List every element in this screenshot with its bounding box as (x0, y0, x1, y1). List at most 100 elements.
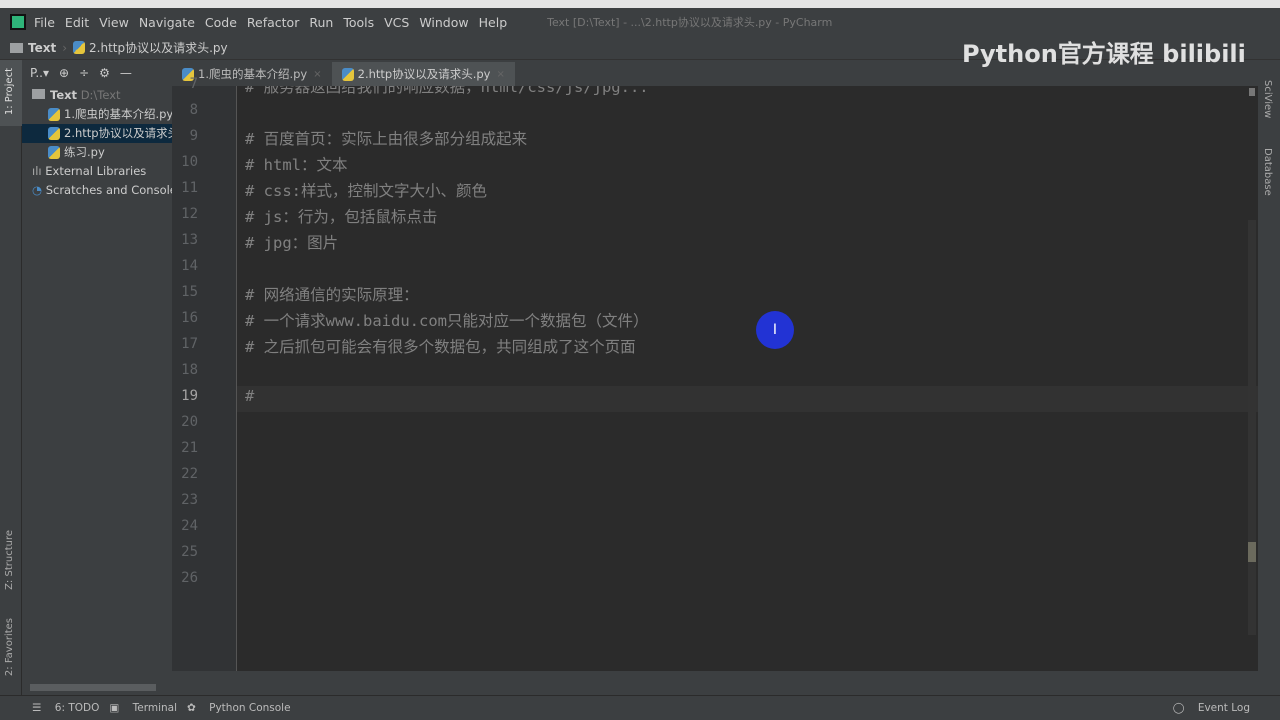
code-line[interactable]: # 之后抓包可能会有很多个数据包，共同组成了这个页面 (245, 335, 636, 357)
menu-file[interactable]: File (34, 15, 55, 30)
code-line[interactable]: # js：行为，包括鼠标点击 (245, 205, 437, 227)
library-icon: ılı (32, 164, 46, 178)
terminal-button[interactable]: ▣ Terminal (109, 702, 177, 714)
line-number: 17 (181, 336, 198, 352)
menu-bar: File Edit View Navigate Code Refactor Ru… (0, 8, 1280, 36)
editor-tabs: 1.爬虫的基本介绍.py × 2.http协议以及请求头.py × (172, 62, 1258, 86)
tree-file[interactable]: 1.爬虫的基本介绍.py (22, 105, 172, 124)
window-title: Text [D:\Text] - ...\2.http协议以及请求头.py - … (547, 16, 833, 29)
tab-label: 1.爬虫的基本介绍.py (198, 67, 308, 81)
locate-icon[interactable]: ⊕ (59, 66, 69, 80)
favorites-tool-button[interactable]: 2: Favorites (4, 618, 15, 676)
pycharm-logo-icon (10, 14, 26, 30)
tree-root-path: D:\Text (80, 88, 121, 102)
scrollbar-thumb[interactable] (1248, 542, 1256, 562)
close-icon[interactable]: × (496, 69, 504, 80)
menu-tools[interactable]: Tools (343, 15, 374, 30)
line-number: 7 (189, 76, 198, 92)
project-toolbar: P..▾ ⊕ ÷ ⚙ — (22, 60, 172, 86)
current-line-highlight (237, 386, 1258, 412)
menu-edit[interactable]: Edit (65, 15, 89, 30)
menu-run[interactable]: Run (309, 15, 333, 30)
tree-scratches[interactable]: ◔ Scratches and Consoles (22, 181, 172, 200)
tree-file-label: 2.http协议以及请求头 (64, 126, 172, 140)
console-label: Python Console (209, 702, 291, 714)
window-top-edge (0, 0, 1280, 8)
line-number: 16 (181, 310, 198, 326)
sciview-tool-button[interactable]: SciView (1262, 80, 1273, 118)
code-line[interactable]: # html：文本 (245, 153, 348, 175)
menu-navigate[interactable]: Navigate (139, 15, 195, 30)
scratches-icon: ◔ (32, 183, 46, 197)
breadcrumb-root[interactable]: Text (28, 41, 56, 55)
menu-window[interactable]: Window (419, 15, 468, 30)
code-line[interactable]: # 网络通信的实际原理： (245, 283, 419, 305)
line-number: 12 (181, 206, 198, 222)
todo-button[interactable]: ☰ 6: TODO (32, 702, 99, 714)
event-log-button[interactable]: ◯ Event Log (1173, 702, 1250, 714)
vertical-scrollbar[interactable] (1248, 220, 1256, 635)
line-number: 15 (181, 284, 198, 300)
python-file-icon (48, 146, 60, 159)
left-tool-strip: 1: Project Z: Structure 2: Favorites (0, 60, 22, 695)
line-number: 10 (181, 154, 198, 170)
tree-root[interactable]: Text D:\Text (22, 86, 172, 105)
menu-refactor[interactable]: Refactor (247, 15, 299, 30)
gear-icon[interactable]: ⚙ (99, 66, 110, 80)
tree-file-label: 练习.py (64, 145, 105, 159)
tree-file-selected[interactable]: 2.http协议以及请求头 (22, 124, 172, 143)
tree-label: External Libraries (45, 164, 147, 178)
tab-label: 2.http协议以及请求头.py (357, 67, 491, 81)
line-number: 8 (189, 102, 198, 118)
line-number: 20 (181, 414, 198, 430)
project-tool-button[interactable]: 1: Project (4, 68, 15, 115)
line-number: 13 (181, 232, 198, 248)
line-number: 18 (181, 362, 198, 378)
folder-icon (32, 89, 45, 99)
python-file-icon (73, 41, 86, 54)
python-file-icon (48, 108, 60, 121)
database-tool-button[interactable]: Database (1262, 148, 1273, 196)
menu-code[interactable]: Code (205, 15, 237, 30)
close-icon[interactable]: × (313, 69, 321, 80)
python-console-button[interactable]: ✿ Python Console (187, 702, 291, 714)
line-number: 14 (181, 258, 198, 274)
structure-tool-button[interactable]: Z: Structure (4, 530, 15, 590)
line-number: 25 (181, 544, 198, 560)
tab-file-2[interactable]: 2.http协议以及请求头.py × (331, 62, 515, 86)
code-line[interactable]: # css:样式，控制文字大小、颜色 (245, 179, 487, 201)
line-number: 19 (181, 388, 198, 404)
tree-label: Scratches and Consoles (45, 183, 172, 197)
project-panel: P..▾ ⊕ ÷ ⚙ — Text D:\Text 1.爬虫的基本介绍.py 2… (22, 60, 172, 695)
tree-file-label: 1.爬虫的基本介绍.py (64, 107, 172, 121)
tree-file[interactable]: 练习.py (22, 143, 172, 162)
breadcrumb-file[interactable]: 2.http协议以及请求头.py (89, 39, 228, 56)
code-line[interactable]: # (245, 387, 254, 405)
code-line[interactable]: # 百度首页：实际上由很多部分组成起来 (245, 127, 527, 149)
tree-external-libraries[interactable]: ılı External Libraries (22, 162, 172, 181)
hide-icon[interactable]: — (120, 66, 132, 80)
line-number: 22 (181, 466, 198, 482)
line-number: 23 (181, 492, 198, 508)
code-editor[interactable]: # 服务器返回给我们的响应数据，html/css/js/jpg... # 百度首页… (237, 86, 1258, 671)
line-number: 26 (181, 570, 198, 586)
menu-view[interactable]: View (99, 15, 129, 30)
code-line[interactable]: # 服务器返回给我们的响应数据，html/css/js/jpg... (245, 86, 649, 97)
python-file-icon (341, 67, 354, 81)
python-file-icon (48, 127, 60, 140)
code-line[interactable]: # 一个请求www.baidu.com只能对应一个数据包（文件） (245, 309, 648, 331)
line-number: 21 (181, 440, 198, 456)
todo-label: 6: TODO (54, 702, 100, 714)
horizontal-scrollbar[interactable] (30, 684, 156, 691)
menu-help[interactable]: Help (479, 15, 508, 30)
code-line[interactable]: # jpg：图片 (245, 231, 338, 253)
project-view-dropdown[interactable]: P..▾ (30, 66, 49, 80)
mouse-cursor-highlight: I (756, 311, 794, 349)
menu-vcs[interactable]: VCS (384, 15, 409, 30)
event-log-label: Event Log (1197, 702, 1250, 714)
bottom-tool-bar: ☰ 6: TODO ▣ Terminal ✿ Python Console ◯ … (0, 695, 1280, 720)
folder-icon (10, 42, 23, 53)
collapse-icon[interactable]: ÷ (79, 66, 89, 80)
tree-root-label: Text (50, 88, 78, 102)
line-number: 9 (189, 128, 198, 144)
